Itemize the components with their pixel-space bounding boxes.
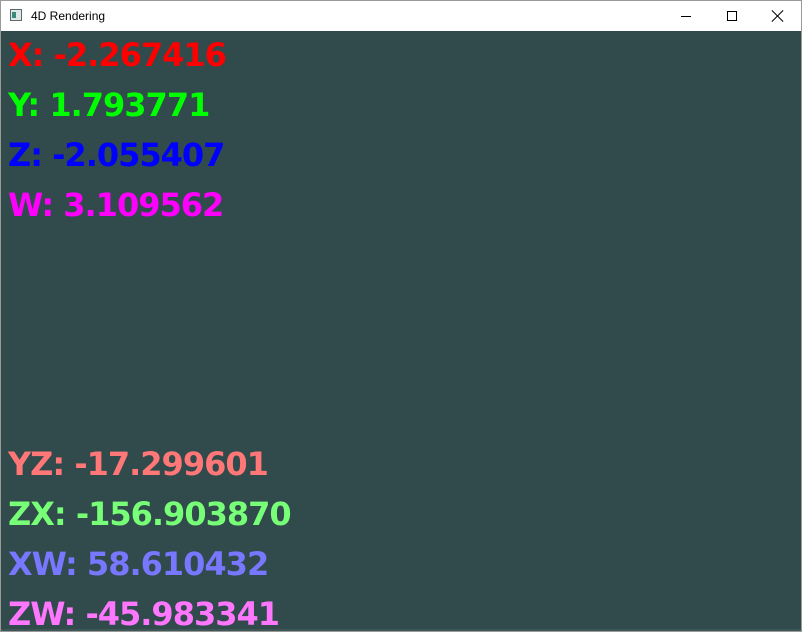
app-window: 4D Rendering X: -2.267416 Y: 1.793771 Z:… bbox=[0, 0, 802, 632]
minimize-icon bbox=[681, 16, 691, 17]
z-coordinate-readout: Z: -2.055407 bbox=[8, 136, 225, 174]
w-coordinate-readout: W: 3.109562 bbox=[8, 186, 224, 224]
yz-rotation-readout: YZ: -17.299601 bbox=[8, 445, 269, 483]
title-bar[interactable]: 4D Rendering bbox=[1, 1, 801, 31]
canvas-bottom-edge bbox=[1, 629, 801, 631]
x-coordinate-readout: X: -2.267416 bbox=[8, 36, 227, 74]
xw-rotation-readout: XW: 58.610432 bbox=[8, 545, 269, 583]
maximize-icon bbox=[727, 11, 737, 21]
window-title: 4D Rendering bbox=[31, 9, 106, 23]
zx-rotation-readout: ZX: -156.903870 bbox=[8, 495, 292, 533]
app-window-icon bbox=[10, 9, 22, 21]
close-button[interactable] bbox=[755, 1, 801, 31]
render-canvas[interactable]: X: -2.267416 Y: 1.793771 Z: -2.055407 W:… bbox=[1, 31, 801, 631]
minimize-button[interactable] bbox=[663, 1, 709, 31]
close-icon bbox=[772, 10, 784, 22]
zw-rotation-readout: ZW: -45.983341 bbox=[8, 595, 280, 631]
maximize-button[interactable] bbox=[709, 1, 755, 31]
y-coordinate-readout: Y: 1.793771 bbox=[8, 86, 210, 124]
